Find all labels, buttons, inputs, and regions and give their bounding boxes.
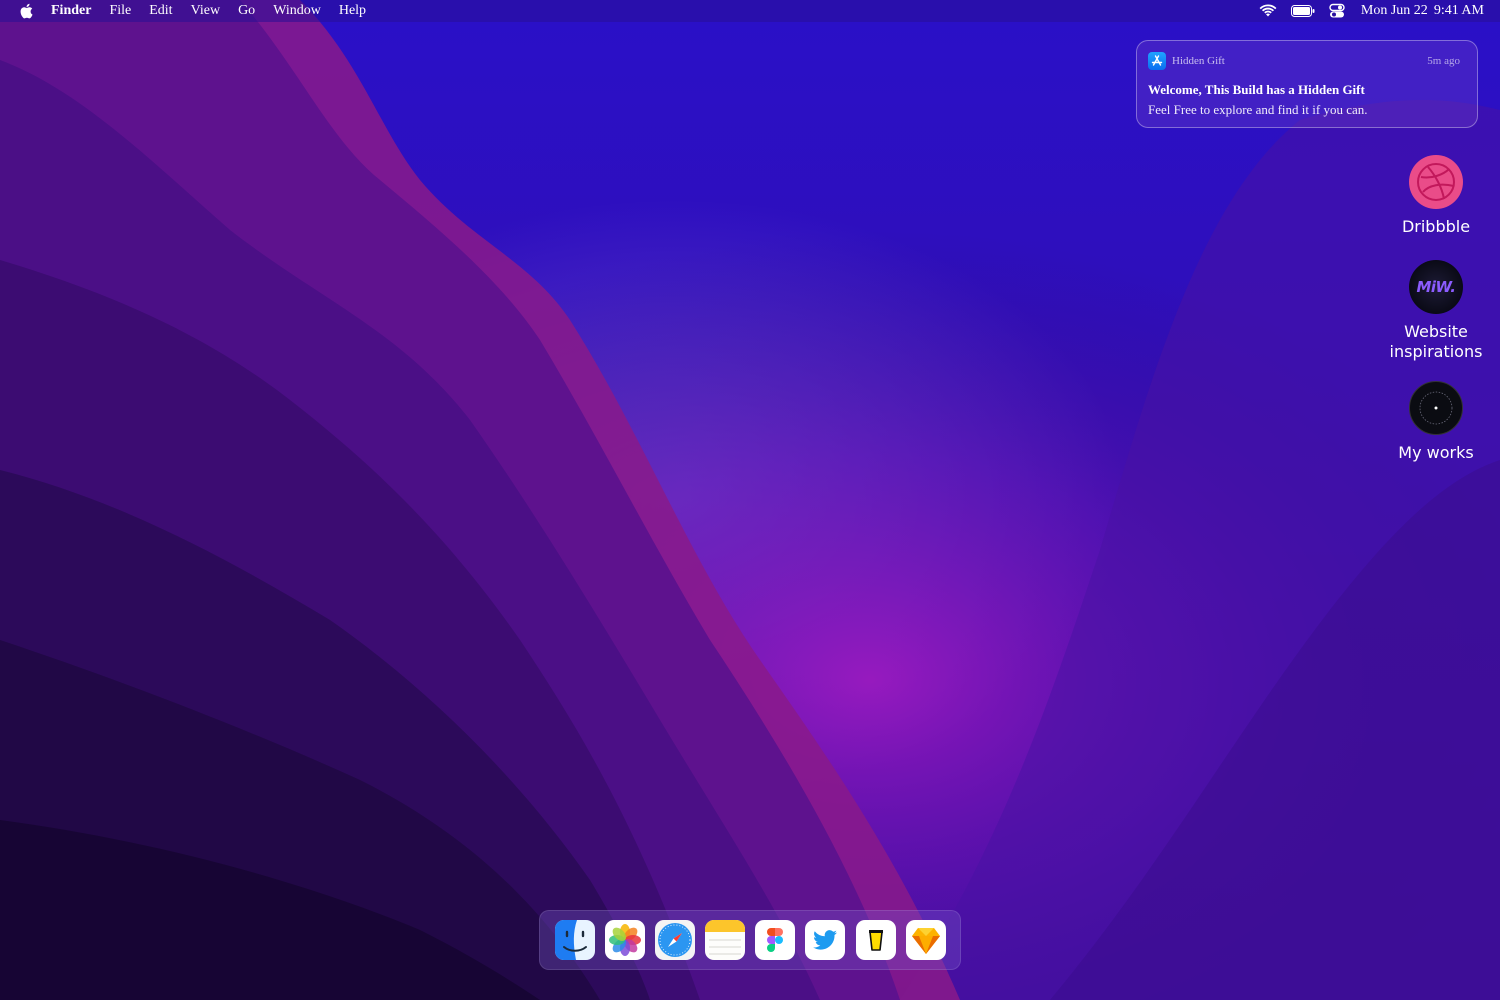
- notification-title: Welcome, This Build has a Hidden Gift: [1148, 82, 1365, 97]
- notification-body: Feel Free to explore and find it if you …: [1148, 102, 1368, 117]
- menu-go[interactable]: Go: [238, 0, 255, 22]
- notification-time: 5m ago: [1427, 55, 1460, 67]
- finder-icon[interactable]: [555, 920, 595, 960]
- safari-icon[interactable]: [655, 920, 695, 960]
- notification-banner[interactable]: Hidden Gift 5m ago Welcome, This Build h…: [1136, 40, 1478, 128]
- twitter-icon[interactable]: [805, 920, 845, 960]
- menubar-clock[interactable]: Mon Jun 22 9:41 AM: [1361, 3, 1484, 19]
- menu-view[interactable]: View: [191, 0, 220, 22]
- menu-help[interactable]: Help: [339, 0, 366, 22]
- figma-icon[interactable]: [755, 920, 795, 960]
- apple-menu-icon[interactable]: [19, 3, 33, 19]
- battery-icon[interactable]: [1290, 5, 1315, 17]
- menu-file[interactable]: File: [109, 0, 131, 22]
- desktop-icon-website-inspirations[interactable]: MiW. Website inspirations: [1381, 260, 1491, 362]
- menubar-date: Mon Jun 22: [1360, 3, 1428, 18]
- menubar-time: 9:41 AM: [1433, 3, 1484, 18]
- my-works-icon: [1409, 381, 1463, 435]
- desktop-icon-dribbble[interactable]: Dribbble: [1381, 155, 1491, 237]
- desktop-icon-label: Dribbble: [1401, 217, 1471, 236]
- miw-logo-icon: MiW.: [1409, 260, 1463, 314]
- desktop-icon-my-works[interactable]: My works: [1381, 381, 1491, 463]
- menu-app-finder[interactable]: Finder: [51, 0, 91, 22]
- wifi-icon[interactable]: [1259, 4, 1277, 18]
- dribbble-icon: [1409, 155, 1463, 209]
- dock: [539, 910, 961, 970]
- sketch-icon[interactable]: [906, 920, 946, 960]
- photos-icon[interactable]: [605, 920, 645, 960]
- notification-app-name: Hidden Gift: [1172, 55, 1225, 67]
- buy-me-a-coffee-icon[interactable]: [856, 920, 896, 960]
- desktop-icon-label: Website inspirations: [1389, 322, 1483, 361]
- app-store-icon: [1148, 52, 1166, 70]
- notes-icon[interactable]: [705, 920, 745, 960]
- menu-window[interactable]: Window: [273, 0, 321, 22]
- desktop-icon-label: My works: [1398, 443, 1474, 462]
- control-center-icon[interactable]: [1329, 3, 1345, 19]
- menu-edit[interactable]: Edit: [149, 0, 172, 22]
- menu-bar: Finder File Edit View Go Window Help Mon…: [0, 0, 1500, 22]
- desktop-wallpaper: [0, 0, 1500, 1000]
